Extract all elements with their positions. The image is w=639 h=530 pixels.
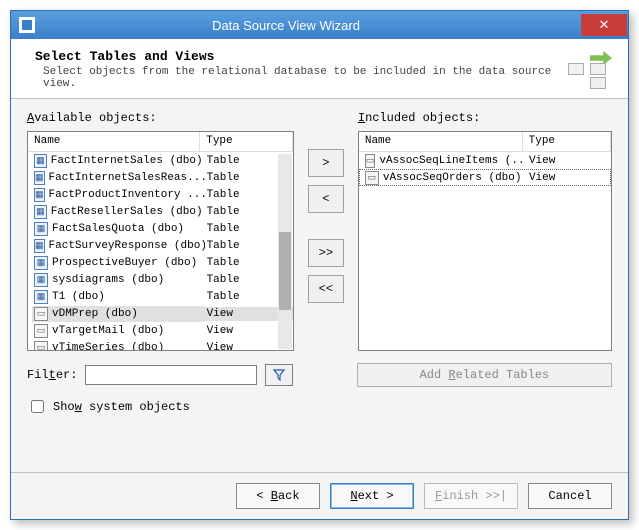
close-button[interactable]: ✕ [581,14,627,36]
list-item[interactable]: ▭ vAssocSeqOrders (dbo) View [359,169,611,186]
add-related-tables-button[interactable]: Add Related Tables [357,363,612,387]
titlebar: Data Source View Wizard ✕ [11,11,628,39]
scrollbar[interactable] [278,154,292,349]
wizard-body: Available objects: Name Type ▦FactIntern… [11,99,628,472]
diagram-box-icon [590,63,606,75]
filter-group: Filter: [27,364,293,386]
included-header: Name Type [359,132,611,152]
col-header-name[interactable]: Name [28,132,200,151]
view-icon: ▭ [34,341,48,351]
item-name: FactSurveyResponse (dbo) [49,240,205,252]
list-item[interactable]: ▦T1 (dbo)Table [28,288,293,305]
next-button[interactable]: Next > [330,483,414,509]
move-buttons-column: > < >> << [304,111,348,351]
available-header: Name Type [28,132,293,152]
item-name: FactResellerSales (dbo) [51,206,203,218]
page-subtitle: Select objects from the relational datab… [43,66,556,90]
col-header-type[interactable]: Type [523,132,611,151]
item-name: vTargetMail (dbo) [52,325,164,337]
list-item[interactable]: ▦FactProductInventory ...Table [28,186,293,203]
add-all-button[interactable]: >> [308,239,344,267]
list-item[interactable]: ▦ProspectiveBuyer (dbo)Table [28,254,293,271]
list-item[interactable]: ▭vTimeSeries (dbo)View [28,339,293,350]
wizard-graphic [564,49,612,89]
table-icon: ▦ [34,154,47,168]
show-system-label[interactable]: Show system objects [53,400,190,414]
remove-all-button[interactable]: << [308,275,344,303]
list-item[interactable]: ▦FactInternetSalesReas...Table [28,169,293,186]
wizard-footer: < Back Next > Finish >>| Cancel [11,472,628,519]
table-icon: ▦ [34,222,48,236]
item-name: vAssocSeqLineItems (... [379,155,527,167]
available-label: Available objects: [27,111,294,125]
view-icon: ▭ [34,307,48,321]
scrollbar-thumb[interactable] [279,232,291,310]
wizard-header: Select Tables and Views Select objects f… [11,39,628,99]
col-header-name[interactable]: Name [359,132,523,151]
filter-input[interactable] [85,365,256,385]
add-button[interactable]: > [308,149,344,177]
list-item[interactable]: ▭vTargetMail (dbo)View [28,322,293,339]
app-icon [19,17,35,33]
back-button[interactable]: < Back [236,483,320,509]
table-icon: ▦ [34,171,45,185]
item-type: View [527,171,611,185]
list-item[interactable]: ▦FactResellerSales (dbo)Table [28,203,293,220]
diagram-box-icon [590,77,606,89]
view-icon: ▭ [365,171,379,185]
item-name: ProspectiveBuyer (dbo) [52,257,197,269]
window-title: Data Source View Wizard [41,18,531,33]
item-name: vTimeSeries (dbo) [52,342,164,351]
item-name: FactSalesQuota (dbo) [52,223,184,235]
wizard-header-text: Select Tables and Views Select objects f… [35,49,556,90]
list-item[interactable]: ▭vAssocSeqLineItems (...View [359,152,611,169]
lists-row: Available objects: Name Type ▦FactIntern… [27,111,612,351]
table-icon: ▦ [34,188,45,202]
below-lists-row: Filter: Add Related Tables [27,363,612,387]
remove-button[interactable]: < [308,185,344,213]
show-system-group: Show system objects [27,397,612,416]
item-name: vAssocSeqOrders (dbo) [383,172,522,184]
col-header-type[interactable]: Type [200,132,293,151]
list-item[interactable]: ▦FactSalesQuota (dbo)Table [28,220,293,237]
item-name: FactInternetSalesReas... [49,172,205,184]
filter-button[interactable] [265,364,293,386]
table-icon: ▦ [34,239,45,253]
table-icon: ▦ [34,205,47,219]
item-name: T1 (dbo) [52,291,105,303]
table-icon: ▦ [34,290,48,304]
list-item[interactable]: ▭vDMPrep (dbo)View [28,305,293,322]
table-icon: ▦ [34,273,48,287]
page-title: Select Tables and Views [35,49,556,64]
finish-button: Finish >>| [424,483,518,509]
item-name: sysdiagrams (dbo) [52,274,164,286]
available-body[interactable]: ▦FactInternetSales (dbo)Table▦FactIntern… [28,152,293,350]
view-icon: ▭ [34,324,48,338]
available-listview[interactable]: Name Type ▦FactInternetSales (dbo)Table▦… [27,131,294,351]
wizard-window: Data Source View Wizard ✕ Select Tables … [10,10,629,520]
list-item[interactable]: ▦FactSurveyResponse (dbo)Table [28,237,293,254]
item-type: View [527,154,611,168]
show-system-checkbox[interactable] [31,400,44,413]
included-column: Included objects: Name Type ▭vAssocSeqLi… [358,111,612,351]
view-icon: ▭ [365,154,376,168]
list-item[interactable]: ▦FactInternetSales (dbo)Table [28,152,293,169]
included-listview[interactable]: Name Type ▭vAssocSeqLineItems (...View▭v… [358,131,612,351]
cancel-button[interactable]: Cancel [528,483,612,509]
item-name: vDMPrep (dbo) [52,308,138,320]
funnel-icon [273,369,285,381]
available-column: Available objects: Name Type ▦FactIntern… [27,111,294,351]
item-name: FactInternetSales (dbo) [51,155,203,167]
table-icon: ▦ [34,256,48,270]
included-label: Included objects: [358,111,612,125]
item-name: FactProductInventory ... [49,189,205,201]
filter-label: Filter: [27,368,77,382]
list-item[interactable]: ▦sysdiagrams (dbo)Table [28,271,293,288]
diagram-box-icon [568,63,584,75]
included-body[interactable]: ▭vAssocSeqLineItems (...View▭vAssocSeqOr… [359,152,611,350]
